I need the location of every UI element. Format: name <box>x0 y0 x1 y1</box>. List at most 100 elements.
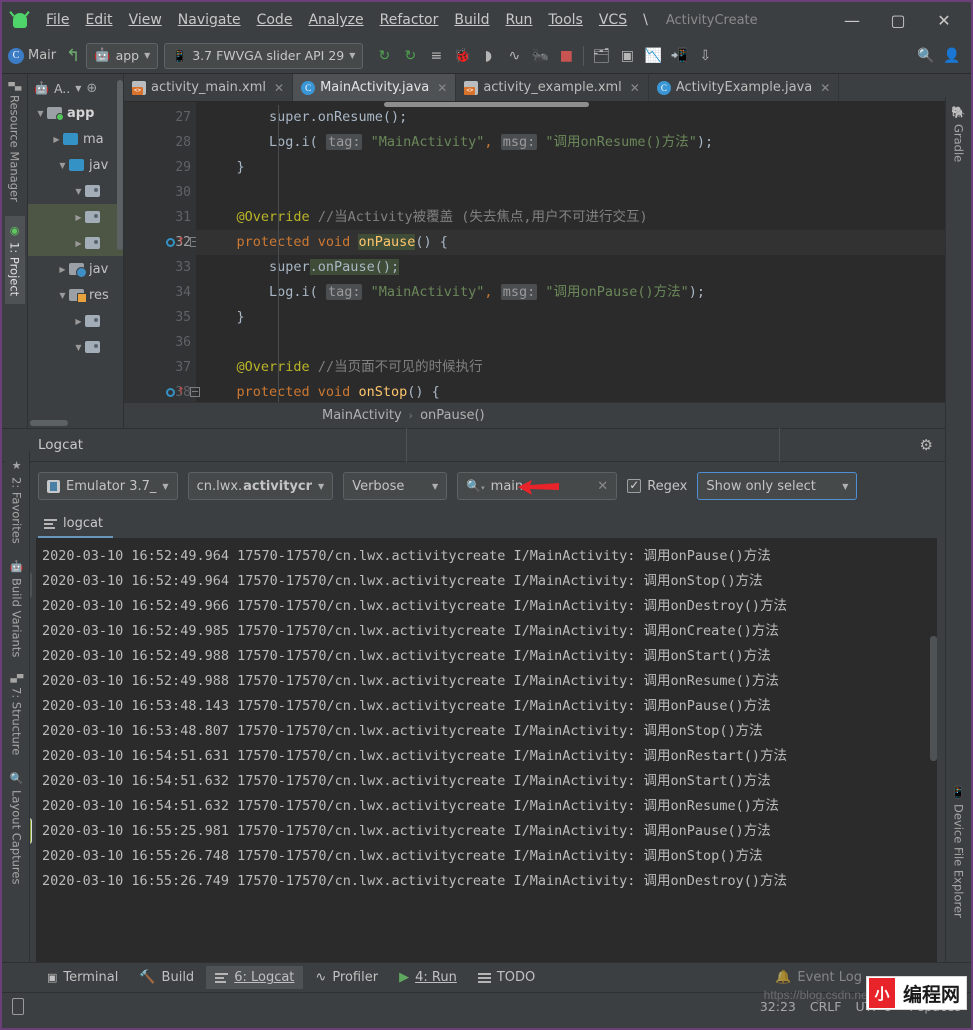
close-icon[interactable]: ✕ <box>820 81 830 95</box>
device-selector[interactable]: 📱 3.7 FWVGA slider API 29 ▼ <box>164 42 364 69</box>
menu-code[interactable]: Code <box>249 10 301 30</box>
bottom-item-todo[interactable]: TODO <box>469 966 544 989</box>
sidebar-item-device-file-explorer[interactable]: 📱 Device File Explorer <box>949 777 969 926</box>
bottom-item-event-log[interactable]: 🔔 Event Log <box>766 966 871 989</box>
code-lines[interactable]: super.onResume(); Log.i( tag: "MainActiv… <box>196 102 959 402</box>
sdk-manager-icon[interactable]: 🗂 <box>588 43 614 69</box>
override-method-icon[interactable] <box>166 388 175 397</box>
menu-overflow[interactable]: \ <box>635 10 656 30</box>
sidebar-item-gradle[interactable]: 🐘 Gradle <box>949 97 969 170</box>
override-arrow-icon[interactable]: ↑ <box>177 234 185 247</box>
phone-icon[interactable] <box>12 998 24 1015</box>
filter-selector[interactable]: Show only select ▼ <box>697 472 858 500</box>
logcat-scrollbar[interactable] <box>930 538 937 962</box>
tab-logcat[interactable]: logcat <box>38 513 114 538</box>
menu-edit[interactable]: Edit <box>77 10 120 30</box>
device-selector[interactable]: Emulator 3.7_ ▼ <box>38 472 178 500</box>
code-editor[interactable]: 27 28 29 30 31 32 ↑ 33 34 35 36 37 38 ↑ … <box>124 102 971 402</box>
run-config-selector[interactable]: 🤖 app ▼ <box>86 42 159 69</box>
close-icon[interactable]: ✕ <box>630 81 640 95</box>
editor-gutter[interactable]: 27 28 29 30 31 32 ↑ 33 34 35 36 37 38 ↑ <box>124 102 200 402</box>
profile-avatar-icon[interactable]: 👤 <box>939 43 965 69</box>
override-method-icon[interactable] <box>166 238 175 247</box>
expand-arrow-icon[interactable]: ▼ <box>72 187 85 196</box>
module-indicator[interactable]: C Mair <box>8 47 56 64</box>
debug-icon[interactable]: 🐞 <box>449 43 475 69</box>
breadcrumb-class[interactable]: MainActivity <box>322 408 402 423</box>
menu-view[interactable]: View <box>121 10 170 30</box>
back-arrow-icon[interactable]: ↰ <box>66 46 80 66</box>
tab-activity-example-xml[interactable]: activity_example.xml ✕ <box>456 74 649 101</box>
minimize-button[interactable]: — <box>829 3 875 37</box>
expand-arrow-icon[interactable]: ▶ <box>72 213 85 222</box>
project-horizontal-scrollbar[interactable] <box>30 420 68 426</box>
tree-row[interactable]: ▼ res <box>28 282 123 308</box>
sidebar-item-build-variants[interactable]: 🤖 Build Variants <box>7 552 27 666</box>
stop-icon[interactable]: ■ <box>553 43 579 69</box>
menu-analyze[interactable]: Analyze <box>300 10 371 30</box>
sidebar-item-resource-manager[interactable]: ▞ Resource Manager <box>5 74 25 210</box>
menu-navigate[interactable]: Navigate <box>170 10 249 30</box>
tree-row[interactable]: ▶ <box>28 230 123 256</box>
tree-row[interactable]: ▼ <box>28 334 123 360</box>
override-arrow-icon[interactable]: ↑ <box>177 384 185 397</box>
tab-mainactivity-java[interactable]: C MainActivity.java ✕ <box>293 74 457 101</box>
breadcrumb-method[interactable]: onPause() <box>420 408 485 423</box>
expand-arrow-icon[interactable]: ▶ <box>56 265 69 274</box>
attach-debugger-icon[interactable]: ◗ <box>475 43 501 69</box>
process-selector[interactable]: cn.lwx. activitycr ▼ <box>187 472 334 500</box>
scrollbar-thumb[interactable] <box>930 636 937 761</box>
tree-row[interactable]: ▶ jav <box>28 256 123 282</box>
checkbox-icon[interactable] <box>627 478 642 493</box>
apply-changes-icon[interactable]: ↻ <box>397 43 423 69</box>
sidebar-item-project[interactable]: ◉ 1: Project <box>4 216 25 305</box>
avd-manager-icon[interactable]: ▣ <box>614 43 640 69</box>
search-input[interactable]: 🔍▾ main ✕ <box>457 472 618 500</box>
tree-row[interactable]: ▼ app <box>28 100 123 126</box>
tab-activityexample-java[interactable]: C ActivityExample.java ✕ <box>649 74 840 101</box>
expand-arrow-icon[interactable]: ▶ <box>72 317 85 326</box>
menu-run[interactable]: Run <box>498 10 541 30</box>
gear-icon[interactable]: ⚙ <box>920 436 933 454</box>
expand-arrow-icon[interactable]: ▼ <box>56 291 69 300</box>
layout-inspector-icon[interactable]: 📉 <box>640 43 666 69</box>
close-icon[interactable]: ✕ <box>274 81 284 95</box>
bottom-item-build[interactable]: 🔨 Build <box>130 966 203 989</box>
project-vertical-scrollbar[interactable] <box>117 80 123 250</box>
clear-icon[interactable]: ✕ <box>597 479 608 494</box>
tree-row[interactable]: ▼ jav <box>28 152 123 178</box>
sidebar-item-structure[interactable]: ▚ 7: Structure <box>7 666 27 764</box>
chevron-down-icon[interactable]: ▼ <box>75 84 81 93</box>
debug-attach-process-icon[interactable]: 🐜 <box>527 43 553 69</box>
log-level-selector[interactable]: Verbose ▼ <box>343 472 448 500</box>
close-icon[interactable]: ✕ <box>437 81 447 95</box>
bottom-item-logcat[interactable]: 6: Logcat <box>206 966 304 989</box>
tree-row[interactable]: ▶ <box>28 204 123 230</box>
bottom-item-terminal[interactable]: ▣ Terminal <box>38 966 127 989</box>
tree-row[interactable]: ▼ <box>28 178 123 204</box>
menu-refactor[interactable]: Refactor <box>372 10 447 30</box>
bottom-item-run[interactable]: ▶ 4: Run <box>390 966 466 989</box>
expand-arrow-icon[interactable]: ▼ <box>72 343 85 352</box>
expand-arrow-icon[interactable]: ▼ <box>56 161 69 170</box>
target-icon[interactable]: ⊕ <box>86 81 97 96</box>
menu-tools[interactable]: Tools <box>540 10 591 30</box>
search-icon[interactable]: 🔍▾ <box>466 479 484 493</box>
search-icon[interactable]: 🔍 <box>913 43 939 69</box>
expand-arrow-icon[interactable]: ▶ <box>72 239 85 248</box>
apply-code-changes-icon[interactable]: ≡ <box>423 43 449 69</box>
regex-checkbox[interactable]: Regex <box>627 478 687 494</box>
bottom-item-profiler[interactable]: ∿ Profiler <box>306 966 387 989</box>
tree-row[interactable]: ▶ <box>28 308 123 334</box>
profiler-icon[interactable]: ∿ <box>501 43 527 69</box>
tab-activity-main-xml[interactable]: activity_main.xml ✕ <box>124 74 294 101</box>
menu-file[interactable]: File <box>38 10 77 30</box>
sidebar-item-layout-captures[interactable]: 🔍 Layout Captures <box>7 763 27 892</box>
run-icon[interactable]: ↻ <box>371 43 397 69</box>
sync-gradle-icon[interactable]: ⇩ <box>692 43 718 69</box>
menu-vcs[interactable]: VCS <box>591 10 635 30</box>
device-file-explorer-icon[interactable]: 📲 <box>666 43 692 69</box>
editor-horizontal-scrollbar[interactable] <box>384 102 589 107</box>
maximize-button[interactable]: ▢ <box>875 3 921 37</box>
sidebar-item-favorites[interactable]: ★ 2: Favorites <box>7 451 27 552</box>
